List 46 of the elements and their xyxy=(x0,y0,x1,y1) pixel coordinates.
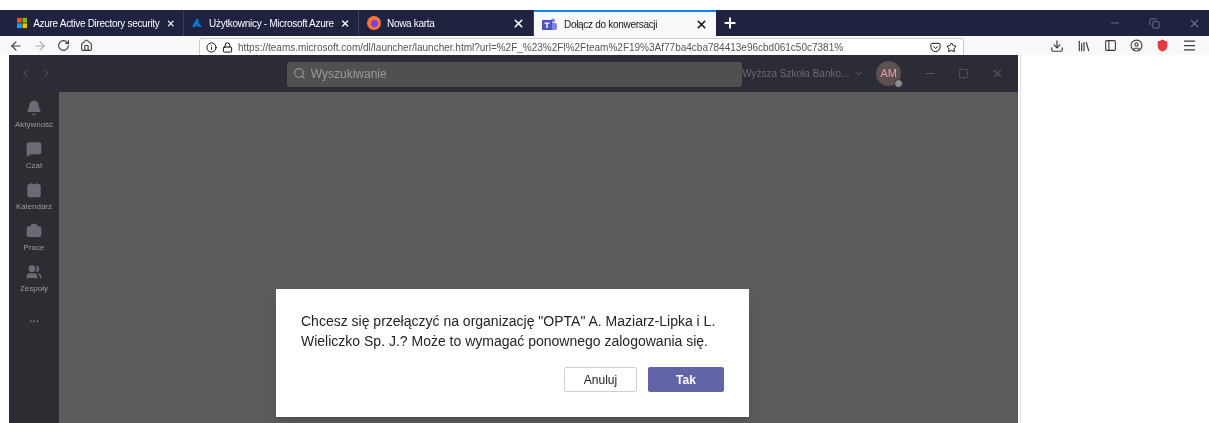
triangle-logo-icon xyxy=(192,17,204,29)
restore-icon[interactable] xyxy=(1149,17,1160,29)
sidebar-item[interactable]: Prace xyxy=(23,223,45,254)
search-field[interactable]: Wyszukiwanie xyxy=(286,61,743,87)
star-icon[interactable] xyxy=(946,42,957,53)
new-tab-icon[interactable] xyxy=(722,15,738,31)
teams-icon xyxy=(542,17,558,31)
dialog-message: Chcesz się przełączyć na organizację "OPTA" A. Maziarz-Lipka i L. Wieliczko Sp. J.? Może to wymagać ponownego zalogowania się. xyxy=(301,312,717,351)
sidebar-item[interactable]: Czat xyxy=(25,141,43,172)
home-icon[interactable] xyxy=(80,39,93,52)
library-icon[interactable] xyxy=(1077,38,1091,53)
tab-title: Nowa karta xyxy=(387,16,436,31)
close-icon[interactable] xyxy=(695,17,708,31)
close-icon[interactable] xyxy=(512,16,525,30)
windows-logo-icon xyxy=(17,16,28,30)
bag-icon xyxy=(26,223,42,239)
avatar[interactable]: AM xyxy=(876,61,901,86)
tab-title: Dołącz do konwersacji xyxy=(564,17,659,32)
tab-title: Azure Active Directory security xyxy=(33,16,160,31)
calendar-icon xyxy=(26,182,42,198)
account-icon[interactable] xyxy=(1130,39,1143,52)
pocket-icon[interactable] xyxy=(930,42,941,53)
back-icon[interactable] xyxy=(9,38,23,53)
firefox-icon xyxy=(367,16,381,30)
reload-icon[interactable] xyxy=(57,39,70,52)
sidebar-item[interactable]: Aktywność xyxy=(14,100,54,131)
tab-title: Użytkownicy - Microsoft Azure xyxy=(209,16,334,31)
sidebar-item[interactable]: Kalendarz xyxy=(16,182,52,213)
more-button[interactable]: ... xyxy=(29,309,39,327)
url-text: https://teams.microsoft.com/dl/launcher/launcher.html?url=%2F_%23%2Fl%2Fteam%2F19%3Af77ba4cba784413e96cbd061c50c7381% xyxy=(238,41,844,55)
sidebar-icon[interactable] xyxy=(1104,39,1117,52)
shield-icon[interactable] xyxy=(1156,39,1169,52)
search-icon xyxy=(292,67,306,80)
sidebar-item[interactable]: Zespoły xyxy=(20,264,48,295)
organization-name: Wyższa Szkoła Banko... xyxy=(742,67,850,81)
bell-icon xyxy=(26,100,42,116)
chat-icon xyxy=(26,141,42,157)
cancel-button[interactable]: Anuluj xyxy=(564,367,637,392)
people-icon xyxy=(26,264,42,280)
info-icon xyxy=(206,42,217,53)
address-bar[interactable]: https://teams.microsoft.com/dl/launcher/launcher.html?url=%2F_%23%2Fl%2Fteam%2F19%3Af77ba4cba784413e96cbd061c50c7381% xyxy=(199,38,964,55)
confirm-button[interactable]: Tak xyxy=(648,367,724,392)
lock-icon xyxy=(222,42,233,53)
menu-icon[interactable] xyxy=(1182,38,1197,53)
download-icon[interactable] xyxy=(1050,38,1064,53)
browser-tab[interactable]: Dołącz do konwersacji xyxy=(534,10,716,36)
